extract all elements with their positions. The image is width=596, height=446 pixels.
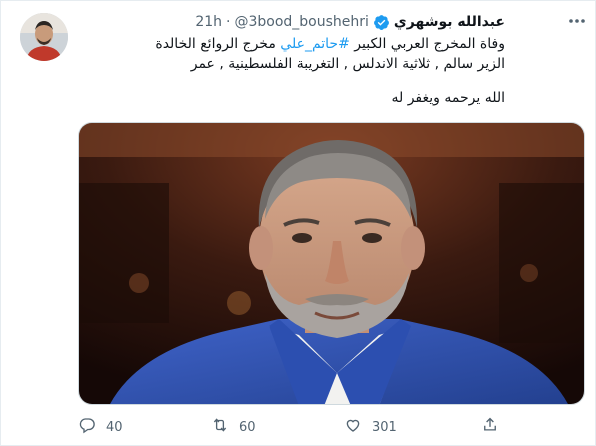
heart-icon <box>344 416 362 438</box>
share-button[interactable] <box>481 417 499 437</box>
author-handle[interactable]: @3bood_boushehri <box>234 14 368 30</box>
tweet-text-line-1: وفاة المخرج العربي الكبير #حاتم_علي مخرج… <box>85 34 505 54</box>
retweet-count: 60 <box>239 419 256 435</box>
reply-icon <box>78 416 96 438</box>
retweet-button[interactable]: 60 <box>211 417 256 437</box>
tweet-photo[interactable] <box>78 122 585 405</box>
verified-badge-icon <box>373 14 390 31</box>
header-separator: · <box>226 14 231 30</box>
tweet-timestamp[interactable]: 21h <box>195 14 222 30</box>
like-button[interactable]: 301 <box>344 417 397 437</box>
share-icon <box>481 416 499 438</box>
tweet-text-line-1-end: مخرج الروائع الخالدة <box>155 36 281 52</box>
more-options-icon[interactable] <box>567 13 587 29</box>
hashtag-link[interactable]: #حاتم_علي <box>280 36 350 52</box>
like-count: 301 <box>372 419 397 435</box>
tweet-text-line-1-start: وفاة المخرج العربي الكبير <box>349 36 505 52</box>
tweet-text: وفاة المخرج العربي الكبير #حاتم_علي مخرج… <box>85 34 505 108</box>
reply-button[interactable]: 40 <box>78 417 123 437</box>
tweet-text-line-2: الزير سالم , ثلاثية الاندلس , التغريبة ا… <box>190 56 505 72</box>
tweet-header: عبدالله بوشهري @3bood_boushehri · 21h <box>195 12 505 32</box>
tweet-actions: 40 60 301 <box>78 413 518 441</box>
avatar[interactable] <box>20 13 68 61</box>
reply-count: 40 <box>106 419 123 435</box>
tweet-text-line-3: الله يرحمه ويغفر له <box>391 90 505 106</box>
tweet-card[interactable]: عبدالله بوشهري @3bood_boushehri · 21h وف… <box>0 0 596 446</box>
retweet-icon <box>211 416 229 438</box>
author-display-name[interactable]: عبدالله بوشهري <box>394 14 505 30</box>
